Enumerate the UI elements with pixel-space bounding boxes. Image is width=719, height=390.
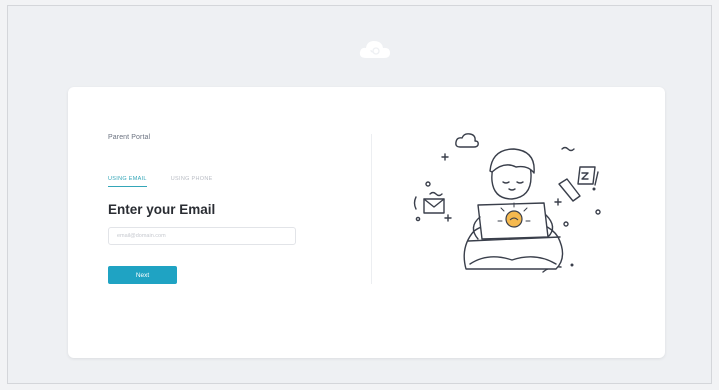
next-button[interactable]: Next xyxy=(108,266,177,284)
portal-title: Parent Portal xyxy=(108,134,151,141)
tab-using-email[interactable]: USING EMAIL xyxy=(108,176,147,187)
email-input[interactable] xyxy=(108,227,296,245)
cloud-logo-icon xyxy=(359,41,390,58)
vertical-divider xyxy=(371,134,372,284)
login-card: Parent Portal USING EMAIL USING PHONE En… xyxy=(68,87,665,358)
login-method-tabs: USING EMAIL USING PHONE xyxy=(108,176,213,187)
tab-using-phone[interactable]: USING PHONE xyxy=(171,176,213,187)
page-heading: Enter your Email xyxy=(108,202,216,217)
person-with-laptop-illustration xyxy=(413,133,601,273)
